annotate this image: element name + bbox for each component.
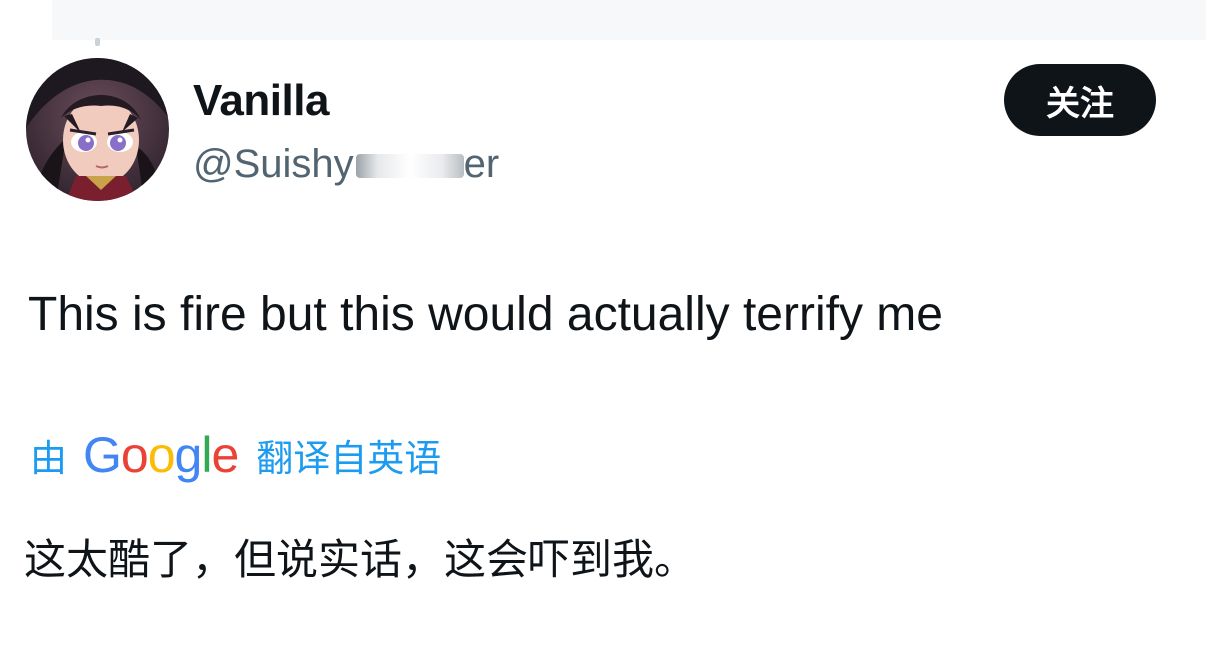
author-display-name[interactable]: Vanilla <box>193 74 329 128</box>
tweet-card: Vanilla @Suishy er 关注 This is fire but t… <box>0 0 1206 656</box>
handle-end: er <box>463 142 500 186</box>
thread-connector-dot <box>95 38 100 46</box>
translated-tweet-text: 这太酷了，但说实话，这会吓到我。 <box>24 535 697 584</box>
tweet-text: This is fire but this would actually ter… <box>28 288 943 341</box>
google-logo-letter: o <box>120 427 149 483</box>
google-logo-letter: e <box>211 427 239 483</box>
handle-redaction-blur <box>355 154 464 178</box>
translated-by-label: 由 <box>30 437 67 480</box>
google-logo-icon: G o o g l e <box>83 426 239 484</box>
google-logo-letter: l <box>201 427 212 483</box>
follow-button[interactable]: 关注 <box>1004 64 1156 136</box>
translated-from-label: 翻译自英语 <box>256 437 442 480</box>
google-logo-letter: o <box>147 427 176 483</box>
translation-attribution[interactable]: 由 G o o g l e 翻译自英语 <box>30 424 441 486</box>
previous-content-edge <box>52 0 1206 40</box>
handle-start: @Suishy <box>193 142 354 186</box>
anime-character-avatar-icon <box>26 58 169 201</box>
author-handle[interactable]: @Suishy er <box>193 138 499 190</box>
avatar[interactable] <box>26 58 169 201</box>
google-logo-letter: g <box>174 427 203 483</box>
google-logo-letter: G <box>83 427 122 483</box>
